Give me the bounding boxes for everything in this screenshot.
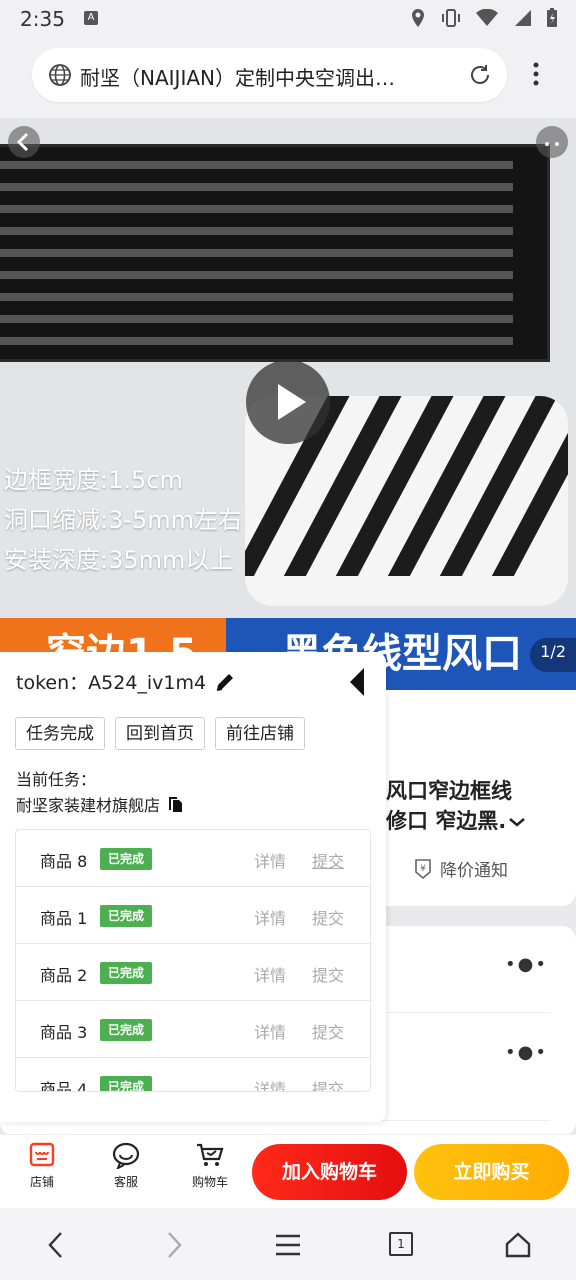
status-badge: 已完成 <box>100 1019 153 1041</box>
more-button[interactable] <box>536 126 568 158</box>
go-to-store-button[interactable]: 前往店铺 <box>215 717 305 750</box>
svg-text:¥: ¥ <box>420 864 426 874</box>
task-row: 商品 4 已完成 详情 提交 <box>16 1058 370 1092</box>
collapse-panel-icon[interactable] <box>350 668 364 696</box>
product-image-carousel[interactable]: 边框宽度:1.5cm 洞口缩减:3-5mm左右 安装深度:35mm以上 <box>0 118 576 618</box>
nav-back-icon[interactable] <box>44 1230 68 1260</box>
vent-grille-image <box>0 144 550 362</box>
battery-icon <box>547 8 557 27</box>
task-row: 商品 2 已完成 详情 提交 <box>16 944 370 1001</box>
submit-link[interactable]: 提交 <box>312 1019 344 1043</box>
address-bar[interactable]: 耐坚（NAIJIAN）定制中央空调出… <box>32 48 507 102</box>
current-task-label: 当前任务： <box>16 770 97 789</box>
nav-home-icon[interactable] <box>504 1230 532 1260</box>
edit-pencil-icon[interactable] <box>214 671 236 693</box>
chevron-left-icon <box>16 132 29 152</box>
more-dots-icon <box>545 142 559 146</box>
play-video-button[interactable] <box>246 360 330 444</box>
task-complete-button[interactable]: 任务完成 <box>15 717 105 750</box>
panel-actions: 任务完成 回到首页 前往店铺 <box>15 717 305 750</box>
system-nav-bar: 1 <box>0 1208 576 1280</box>
store-icon <box>29 1142 55 1167</box>
token-row: token：A524_iv1m4 <box>16 668 236 695</box>
app-notification-icon: A <box>84 11 98 25</box>
globe-icon <box>49 64 71 86</box>
price-alert-label: 降价通知 <box>440 861 508 881</box>
option-row-more-icon[interactable]: •●• <box>505 1042 548 1063</box>
signal-icon <box>515 10 531 26</box>
detail-link[interactable]: 详情 <box>254 848 286 872</box>
purchase-action-bar: 店铺 客服 购物车 加入购物车 立即购买 <box>0 1134 576 1208</box>
url-title: 耐坚（NAIJIAN）定制中央空调出… <box>80 66 395 90</box>
store-label: 店铺 <box>29 1175 54 1189</box>
submit-link[interactable]: 提交 <box>312 905 344 929</box>
reload-icon[interactable] <box>467 62 493 88</box>
back-home-button[interactable]: 回到首页 <box>115 717 205 750</box>
divider <box>380 1120 550 1121</box>
status-badge: 已完成 <box>100 905 153 927</box>
back-button[interactable] <box>8 126 40 158</box>
store-button[interactable]: 店铺 <box>12 1141 72 1190</box>
task-row: 商品 1 已完成 详情 提交 <box>16 887 370 944</box>
product-title-line2: 修口 窄边黑. <box>386 806 566 836</box>
price-tag-icon: ¥ <box>415 858 431 879</box>
submit-link[interactable]: 提交 <box>312 848 344 872</box>
divider <box>380 1012 550 1013</box>
detail-link[interactable]: 详情 <box>254 1019 286 1043</box>
current-task-name: 耐坚家装建材旗舰店 <box>16 796 161 815</box>
task-row: 商品 3 已完成 详情 提交 <box>16 1001 370 1058</box>
chat-icon <box>112 1142 140 1169</box>
status-icons <box>410 8 558 28</box>
nav-forward-icon[interactable] <box>162 1230 186 1260</box>
detail-link[interactable]: 详情 <box>254 905 286 929</box>
detail-link[interactable]: 详情 <box>254 1076 286 1091</box>
browser-toolbar: 耐坚（NAIJIAN）定制中央空调出… <box>0 38 576 118</box>
submit-link[interactable]: 提交 <box>312 962 344 986</box>
cart-button[interactable]: 购物车 <box>180 1141 240 1190</box>
chevron-down-icon <box>509 818 526 827</box>
task-panel: token：A524_iv1m4 任务完成 回到首页 前往店铺 当前任务： 耐坚… <box>0 652 386 1122</box>
token-text: token：A524_iv1m4 <box>16 672 207 694</box>
task-item-name: 商品 2 <box>40 966 88 985</box>
service-label: 客服 <box>113 1175 138 1189</box>
price-alert-button[interactable]: ¥ 降价通知 <box>412 856 508 881</box>
vibrate-icon <box>442 9 460 27</box>
product-title[interactable]: 风口窄边框线 修口 窄边黑. <box>386 776 566 836</box>
task-row: 商品 8 已完成 详情 提交 <box>16 830 370 887</box>
customer-service-button[interactable]: 客服 <box>96 1141 156 1190</box>
submit-link[interactable]: 提交 <box>312 1076 344 1091</box>
copy-icon[interactable] <box>166 795 184 813</box>
spec-frame-width: 边框宽度:1.5cm <box>4 466 183 494</box>
status-bar: 2:35 A <box>0 0 576 38</box>
tabs-button[interactable]: 1 <box>389 1232 413 1256</box>
location-icon <box>412 9 424 27</box>
task-list[interactable]: 商品 8 已完成 详情 提交 商品 1 已完成 详情 提交 商品 2 已完成 详… <box>15 829 371 1092</box>
detail-link[interactable]: 详情 <box>254 962 286 986</box>
task-item-name: 商品 3 <box>40 1023 88 1042</box>
browser-menu-icon[interactable] <box>533 62 539 86</box>
product-title-line1: 风口窄边框线 <box>386 779 512 803</box>
add-to-cart-button[interactable]: 加入购物车 <box>252 1144 407 1200</box>
image-page-indicator: 1/2 <box>530 638 576 672</box>
current-task: 耐坚家装建材旗舰店 <box>16 792 184 816</box>
buy-now-button[interactable]: 立即购买 <box>414 1144 569 1200</box>
status-badge: 已完成 <box>100 1076 153 1091</box>
task-item-name: 商品 4 <box>40 1080 88 1092</box>
nav-menu-icon[interactable] <box>274 1230 302 1260</box>
status-badge: 已完成 <box>100 962 153 984</box>
status-time: 2:35 <box>20 7 65 31</box>
cart-icon <box>197 1143 224 1166</box>
spec-install-depth: 安装深度:35mm以上 <box>4 546 234 574</box>
option-row-more-icon[interactable]: •●• <box>505 954 548 975</box>
spec-opening-reduction: 洞口缩减:3-5mm左右 <box>4 506 243 534</box>
task-item-name: 商品 1 <box>40 909 88 928</box>
cart-label: 购物车 <box>191 1175 228 1189</box>
task-item-name: 商品 8 <box>40 852 88 871</box>
wifi-icon <box>476 9 498 26</box>
play-icon <box>278 384 306 420</box>
status-badge: 已完成 <box>100 848 153 870</box>
